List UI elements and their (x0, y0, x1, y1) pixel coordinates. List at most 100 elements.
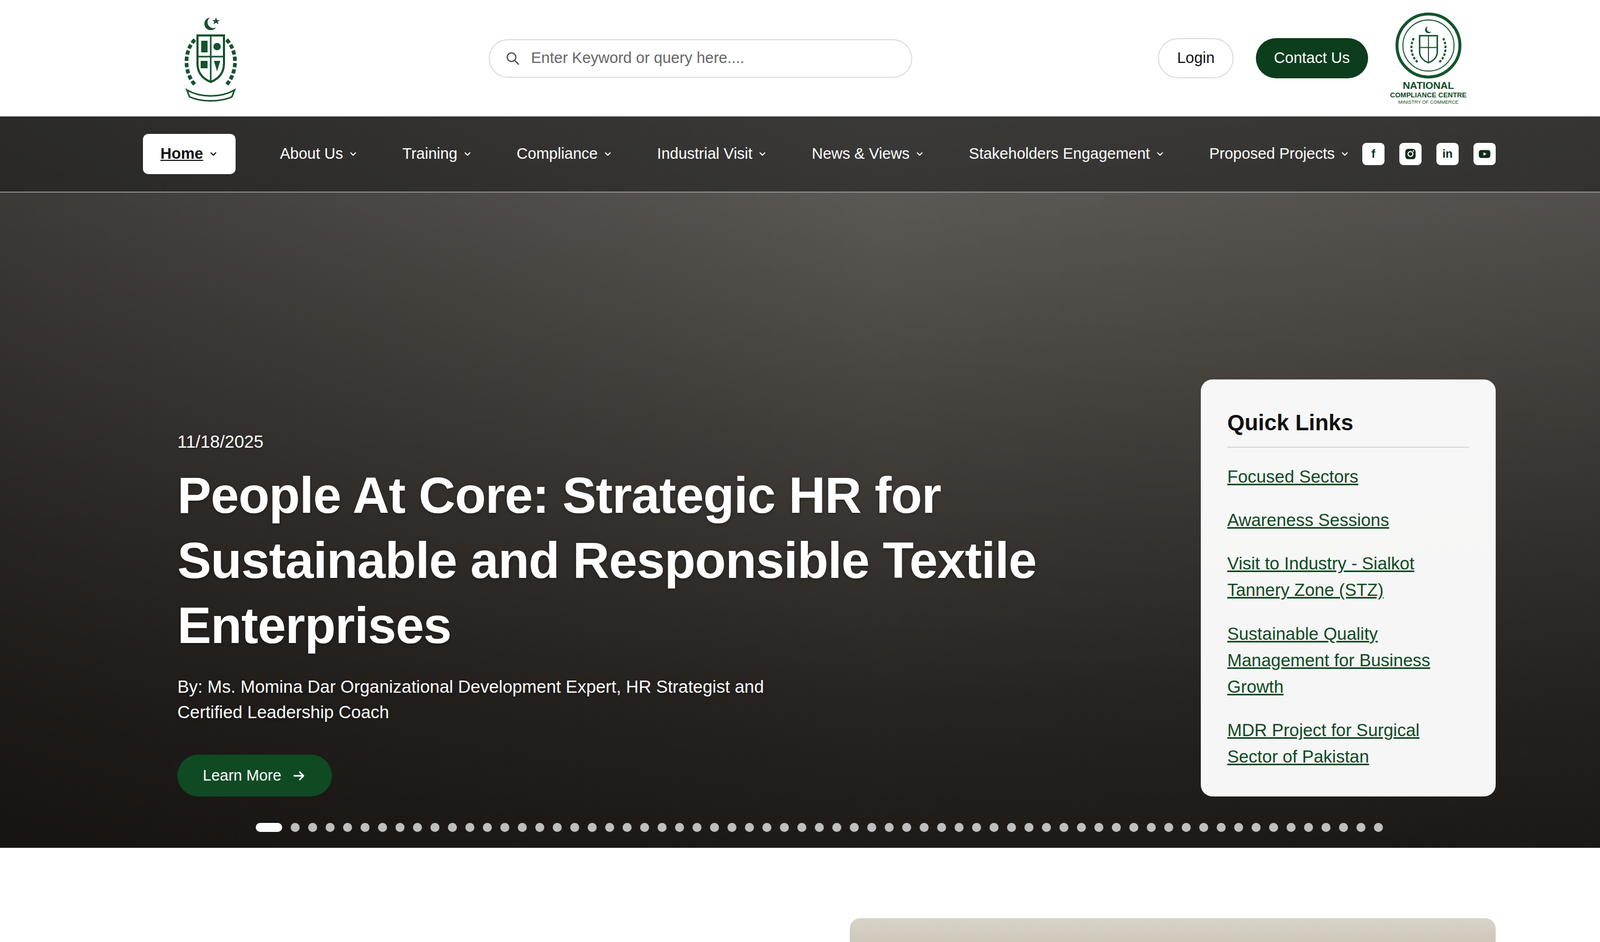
slide-dot[interactable] (1007, 823, 1017, 833)
slide-dot[interactable] (1111, 823, 1121, 833)
slide-dot[interactable] (797, 823, 807, 833)
slide-dot[interactable] (605, 823, 615, 833)
slide-dot[interactable] (447, 823, 457, 833)
nav-item[interactable]: Home (142, 133, 236, 175)
slide-dot[interactable] (1041, 823, 1051, 833)
slide-dot[interactable] (412, 823, 422, 833)
login-button[interactable]: Login (1157, 38, 1234, 79)
slide-dot[interactable] (744, 823, 754, 833)
instagram-icon[interactable] (1399, 142, 1422, 166)
slide-dot[interactable] (378, 823, 388, 833)
nav-item[interactable]: Training (402, 133, 473, 175)
quick-link[interactable]: Focused Sectors (1227, 463, 1470, 491)
slide-dot[interactable] (919, 823, 929, 833)
slide-dot[interactable] (709, 823, 719, 833)
nav-label[interactable]: Stakeholders Engagement (968, 142, 1150, 166)
slide-dot[interactable] (465, 823, 475, 833)
hero-title: People At Core: Strategic HR for Sustain… (177, 463, 1046, 659)
slide-dot[interactable] (1269, 823, 1279, 833)
contact-button[interactable]: Contact Us (1255, 38, 1368, 79)
youtube-icon[interactable] (1473, 142, 1496, 166)
main-nav: Home About Us Training Compliance Industrial… (0, 116, 1600, 193)
slide-dot[interactable] (482, 823, 492, 833)
slide-dot[interactable] (727, 823, 737, 833)
hero-caption: 11/18/2025 People At Core: Strategic HR … (142, 431, 1046, 797)
slide-dot[interactable] (1059, 823, 1069, 833)
slide-dot[interactable] (430, 823, 440, 833)
nav-label[interactable]: Proposed Projects (1209, 142, 1335, 166)
quick-link[interactable]: Sustainable Quality Management for Busin… (1227, 621, 1470, 701)
nav-label[interactable]: Training (402, 142, 458, 166)
slide-dot[interactable] (675, 823, 685, 833)
slide-dot[interactable] (1024, 823, 1034, 833)
slide-dot[interactable] (1129, 823, 1139, 833)
slide-dot[interactable] (902, 823, 912, 833)
nav-label[interactable]: About Us (280, 142, 344, 166)
slide-dot[interactable] (325, 823, 335, 833)
slide-dot[interactable] (779, 823, 789, 833)
nav-item[interactable]: Compliance (516, 133, 613, 175)
slide-dot[interactable] (832, 823, 842, 833)
slide-dot[interactable] (587, 823, 597, 833)
slide-dot[interactable] (290, 823, 300, 833)
slide-dot[interactable] (570, 823, 580, 833)
slide-dot[interactable] (1181, 823, 1191, 833)
slide-dot[interactable] (1094, 823, 1104, 833)
nav-label[interactable]: Home (160, 142, 204, 166)
slide-dot[interactable] (255, 823, 283, 833)
nav-item[interactable]: Stakeholders Engagement (968, 133, 1165, 175)
quick-link[interactable]: Visit to Industry - Sialkot Tannery Zone… (1227, 550, 1470, 604)
slide-dot[interactable] (308, 823, 318, 833)
site-header: Login Contact Us NATIONAL COMPLIANCE CEN… (0, 0, 1600, 117)
quick-link[interactable]: MDR Project for Surgical Sector of Pakis… (1227, 717, 1470, 771)
slide-dot[interactable] (1373, 823, 1383, 833)
slide-dot[interactable] (1164, 823, 1174, 833)
facebook-icon[interactable]: f (1362, 142, 1385, 166)
slide-dot[interactable] (1321, 823, 1331, 833)
state-emblem-icon[interactable] (173, 13, 248, 104)
slide-dot[interactable] (640, 823, 650, 833)
slide-dot[interactable] (937, 823, 947, 833)
search-field[interactable] (488, 39, 913, 78)
learn-more-button[interactable]: Learn More (177, 754, 332, 798)
slide-dot[interactable] (692, 823, 702, 833)
nav-item[interactable]: News & Views (811, 133, 925, 175)
slide-dot[interactable] (395, 823, 405, 833)
linkedin-icon[interactable]: in (1436, 142, 1459, 166)
nav-item[interactable]: Proposed Projects (1209, 133, 1350, 175)
slide-dot[interactable] (360, 823, 370, 833)
slide-dot[interactable] (989, 823, 999, 833)
slide-dot[interactable] (884, 823, 894, 833)
slide-dot[interactable] (972, 823, 982, 833)
slide-dot[interactable] (1251, 823, 1261, 833)
slide-dot[interactable] (1234, 823, 1244, 833)
nav-item[interactable]: Industrial Visit (657, 133, 768, 175)
slide-dot[interactable] (1216, 823, 1226, 833)
slide-dot[interactable] (552, 823, 562, 833)
slide-dot[interactable] (1338, 823, 1348, 833)
slide-dot[interactable] (1146, 823, 1156, 833)
slide-dot[interactable] (814, 823, 824, 833)
nav-item[interactable]: About Us (280, 133, 358, 175)
nav-label[interactable]: Industrial Visit (657, 142, 753, 166)
slide-dot[interactable] (1076, 823, 1086, 833)
slide-dot[interactable] (1304, 823, 1314, 833)
slide-dot[interactable] (500, 823, 510, 833)
slide-dot[interactable] (535, 823, 545, 833)
search-input[interactable] (529, 46, 897, 71)
slide-dot[interactable] (762, 823, 772, 833)
slide-dot[interactable] (1199, 823, 1209, 833)
slide-dot[interactable] (657, 823, 667, 833)
slide-dot[interactable] (1286, 823, 1296, 833)
slide-dot[interactable] (954, 823, 964, 833)
nav-label[interactable]: News & Views (811, 142, 910, 166)
slide-dot[interactable] (849, 823, 859, 833)
quick-link[interactable]: Awareness Sessions (1227, 507, 1470, 534)
ncc-logo[interactable]: NATIONAL COMPLIANCE CENTRE MINISTRY OF C… (1390, 11, 1467, 105)
slide-dot[interactable] (622, 823, 632, 833)
nav-label[interactable]: Compliance (516, 142, 598, 166)
slide-dot[interactable] (517, 823, 527, 833)
slide-dot[interactable] (867, 823, 877, 833)
slide-dot[interactable] (1356, 823, 1366, 833)
slide-dot[interactable] (343, 823, 353, 833)
